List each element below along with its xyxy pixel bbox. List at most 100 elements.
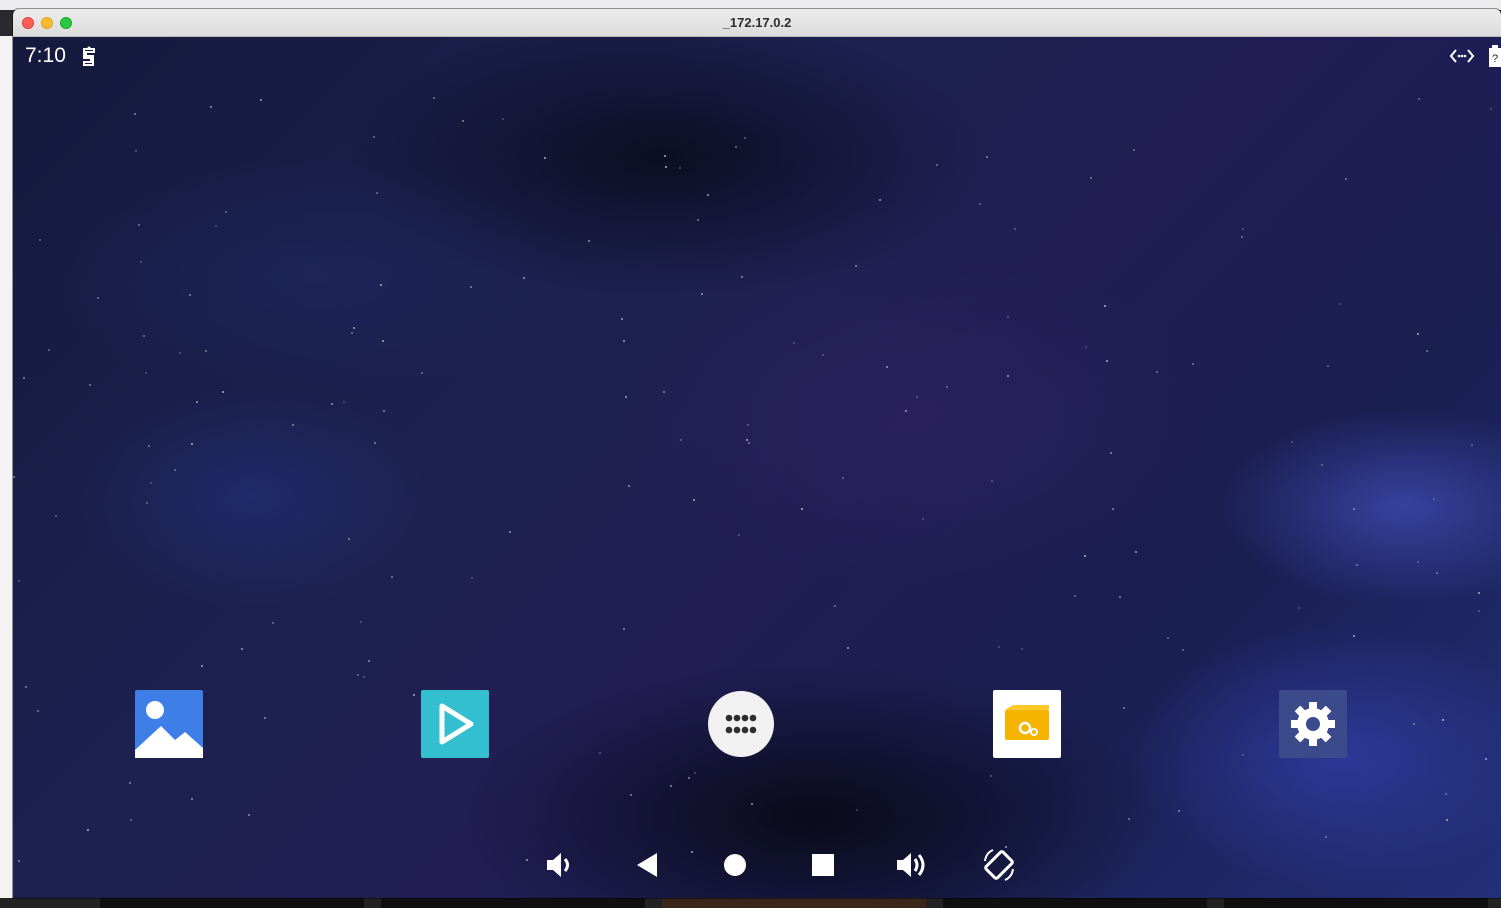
wallpaper-star <box>331 403 333 405</box>
wallpaper-star <box>1445 793 1447 795</box>
wallpaper-star <box>360 621 362 623</box>
wallpaper-star <box>1085 346 1087 348</box>
dev-tools-app-icon[interactable] <box>993 690 1061 758</box>
wallpaper-star <box>1104 305 1106 307</box>
wallpaper-star <box>179 352 181 354</box>
host-thumbnail <box>381 898 645 908</box>
home-icon[interactable] <box>717 847 753 883</box>
wallpaper-star <box>1007 375 1009 377</box>
host-thumbnail <box>100 898 364 908</box>
wallpaper-star <box>1167 637 1169 639</box>
wallpaper-star <box>670 785 672 787</box>
wallpaper-star <box>822 354 824 356</box>
wallpaper-star <box>663 391 665 393</box>
window-title: _172.17.0.2 <box>722 15 792 30</box>
wallpaper-star <box>697 219 699 221</box>
wallpaper-star <box>18 580 20 582</box>
android-home-screen[interactable]: 7:10 ? <box>13 37 1501 898</box>
wallpaper-star <box>383 410 385 412</box>
wallpaper-star <box>1014 228 1016 230</box>
wallpaper-star <box>1074 595 1076 597</box>
volume-down-icon[interactable] <box>541 847 577 883</box>
status-time: 7:10 <box>25 44 66 67</box>
wallpaper-star <box>374 442 376 444</box>
wallpaper-star <box>801 508 803 510</box>
wallpaper-star <box>1490 108 1492 110</box>
wallpaper-star <box>738 534 740 536</box>
settings-app-icon[interactable] <box>1279 690 1347 758</box>
wallpaper-star <box>946 386 948 388</box>
video-app-icon[interactable] <box>421 690 489 758</box>
wallpaper-star <box>1156 371 1158 373</box>
wallpaper-star <box>1345 178 1347 180</box>
wallpaper-star <box>357 674 359 676</box>
wallpaper-star <box>1182 649 1184 651</box>
wallpaper-star <box>55 515 57 517</box>
wallpaper-star <box>1478 610 1480 612</box>
nav-arrows-icon <box>1449 49 1475 63</box>
wallpaper-star <box>701 293 703 295</box>
window-titlebar[interactable]: _172.17.0.2 <box>13 9 1501 37</box>
wallpaper-star <box>665 166 667 168</box>
wallpaper-star <box>145 372 147 374</box>
wallpaper-star <box>174 469 176 471</box>
wallpaper-star <box>623 340 625 342</box>
wallpaper-star <box>751 803 753 805</box>
wallpaper-star <box>89 384 91 386</box>
wallpaper-star <box>25 686 27 688</box>
wallpaper-star <box>842 477 844 479</box>
volume-up-icon[interactable] <box>893 847 929 883</box>
wallpaper-star <box>210 106 212 108</box>
wallpaper-star <box>747 424 749 426</box>
wallpaper-star <box>351 332 353 334</box>
app-drawer-button[interactable] <box>707 690 775 758</box>
wallpaper-star <box>986 156 988 158</box>
emulator-window: _172.17.0.2 7:10 ? <box>13 9 1501 898</box>
wallpaper-star <box>1178 810 1180 812</box>
wallpaper-star <box>1112 508 1114 510</box>
wallpaper-star <box>1356 564 1358 566</box>
wallpaper-star <box>509 531 511 533</box>
wallpaper-star <box>526 859 528 861</box>
wallpaper-star <box>462 120 464 122</box>
wallpaper-star <box>1133 149 1135 151</box>
wallpaper-star <box>623 628 625 630</box>
wallpaper-star <box>376 192 378 194</box>
recents-icon[interactable] <box>805 847 841 883</box>
wallpaper-star <box>680 439 682 441</box>
gallery-app-icon[interactable] <box>135 690 203 758</box>
wallpaper-star <box>1417 333 1419 335</box>
wallpaper-star <box>748 442 750 444</box>
wallpaper-star <box>1478 592 1480 594</box>
wallpaper-star <box>264 717 266 719</box>
wallpaper-star <box>368 660 370 662</box>
wallpaper-star <box>148 445 150 447</box>
wallpaper-star <box>1242 754 1244 756</box>
wallpaper-star <box>1418 98 1420 100</box>
wallpaper-star <box>1339 303 1341 305</box>
wallpaper-star <box>146 502 148 504</box>
wallpaper-star <box>1325 836 1327 838</box>
wallpaper-star <box>1123 707 1125 709</box>
wallpaper-star <box>1110 452 1112 454</box>
wallpaper-star <box>1084 555 1086 557</box>
wallpaper-star <box>847 647 849 649</box>
notification-icon <box>83 46 95 66</box>
wallpaper-star <box>205 350 207 352</box>
wallpaper-star <box>191 798 193 800</box>
wallpaper-star <box>134 113 136 115</box>
host-thumbnail <box>662 898 926 908</box>
wallpaper-star <box>13 476 15 478</box>
wallpaper-star <box>18 860 20 862</box>
wallpaper-star <box>1192 363 1194 365</box>
wallpaper-star <box>588 240 590 242</box>
wallpaper-star <box>241 648 243 650</box>
wallpaper-star <box>1128 818 1130 820</box>
rotate-icon[interactable] <box>981 847 1017 883</box>
wallpaper-star <box>1327 365 1329 367</box>
back-icon[interactable] <box>629 847 665 883</box>
wallpaper-star <box>502 118 504 120</box>
wallpaper-star <box>990 775 992 777</box>
wallpaper-star <box>693 499 695 501</box>
wallpaper-star <box>1090 177 1092 179</box>
